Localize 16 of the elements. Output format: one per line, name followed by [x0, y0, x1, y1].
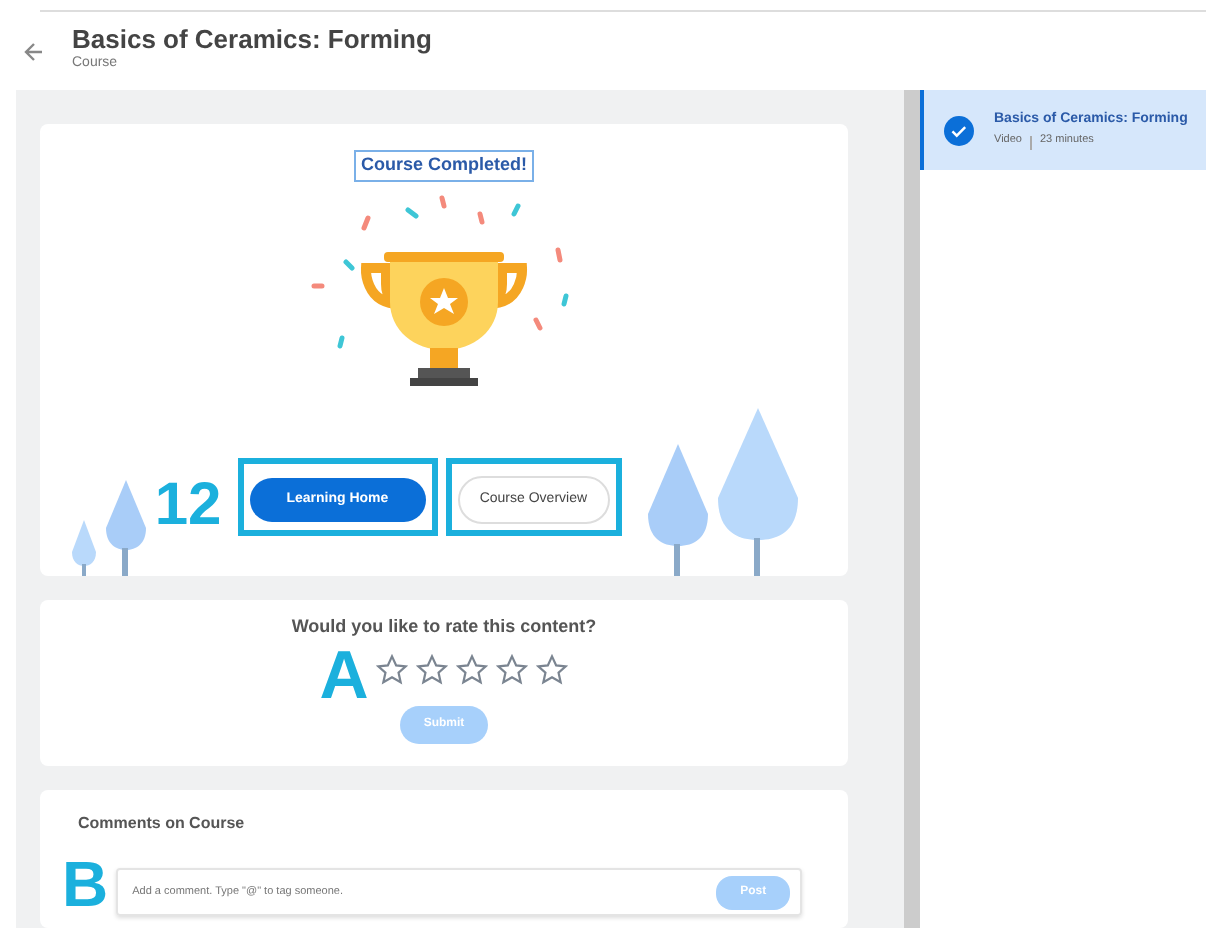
trees-drawing [68, 476, 148, 576]
completion-title: Course Completed! [354, 150, 533, 181]
annotation-label: 12 [154, 476, 222, 536]
rating-question: Would you like to rate this content? [291, 614, 597, 640]
annotation-label: A [319, 641, 369, 709]
scrollbar[interactable] [904, 90, 920, 928]
star-icon[interactable] [456, 653, 489, 685]
page-title: Basics of Ceramics: Forming [72, 26, 432, 55]
star-icon[interactable] [496, 653, 529, 685]
star-icon[interactable] [536, 653, 569, 685]
comments-title: Comments on Course [78, 812, 247, 836]
star-icon[interactable] [416, 653, 449, 685]
check-circle-icon [944, 115, 974, 145]
annotation-label: B [62, 852, 109, 916]
back-arrow-icon[interactable] [24, 41, 44, 61]
star-icon[interactable] [376, 653, 409, 685]
